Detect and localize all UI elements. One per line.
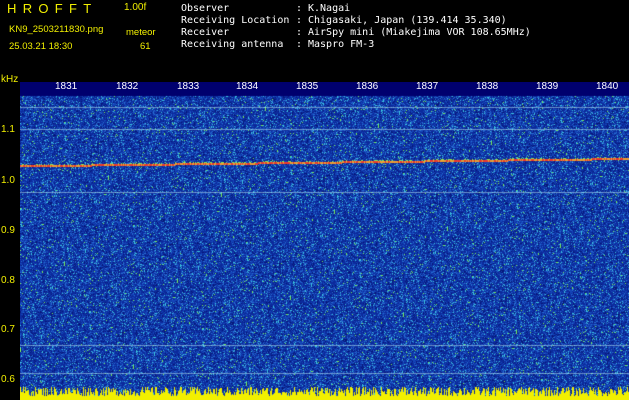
info-colon: : <box>296 15 303 26</box>
info-colon: : <box>296 3 303 14</box>
info-colon: : <box>296 39 303 50</box>
x-tick-label: 1839 <box>536 81 559 92</box>
info-value-location: Chigasaki, Japan (139.414 35.340) <box>308 15 507 26</box>
meteor-count: 61 <box>140 41 151 52</box>
y-tick-label: 0.7 <box>1 324 15 335</box>
x-tick-label: 1831 <box>55 81 78 92</box>
x-tick-label: 1837 <box>416 81 439 92</box>
y-tick-label: 1.0 <box>1 175 15 186</box>
info-label-antenna: Receiving antenna <box>181 39 284 50</box>
meteor-label: meteor <box>126 27 156 38</box>
info-value-receiver: AirSpy mini (Miakejima VOR 108.65MHz) <box>308 27 531 38</box>
info-label-observer: Observer <box>181 3 230 14</box>
y-tick-label: 0.6 <box>1 374 15 385</box>
x-tick-label: 1834 <box>236 81 259 92</box>
spectrogram-waterfall <box>20 82 629 400</box>
info-label-location: Receiving Location <box>181 15 290 26</box>
y-axis-unit: kHz <box>1 74 19 85</box>
app-title: HROFFT <box>7 1 98 16</box>
info-value-antenna: Maspro FM-3 <box>308 39 375 50</box>
x-tick-label: 1833 <box>177 81 200 92</box>
info-colon: : <box>296 27 303 38</box>
x-tick-label: 1838 <box>476 81 499 92</box>
y-tick-label: 1.1 <box>1 124 15 135</box>
y-tick-label: 0.8 <box>1 275 15 286</box>
image-filename: KN9_2503211830.png <box>9 24 104 35</box>
x-tick-label: 1836 <box>356 81 379 92</box>
app-version: 1.00f <box>124 2 147 13</box>
x-tick-label: 1835 <box>296 81 319 92</box>
x-tick-label: 1832 <box>116 81 139 92</box>
info-value-observer: K.Nagai <box>308 3 351 14</box>
x-tick-label: 1840 <box>596 81 619 92</box>
observation-datetime: 25.03.21 18:30 <box>9 41 73 52</box>
y-tick-label: 0.9 <box>1 225 15 236</box>
info-label-receiver: Receiver <box>181 27 230 38</box>
